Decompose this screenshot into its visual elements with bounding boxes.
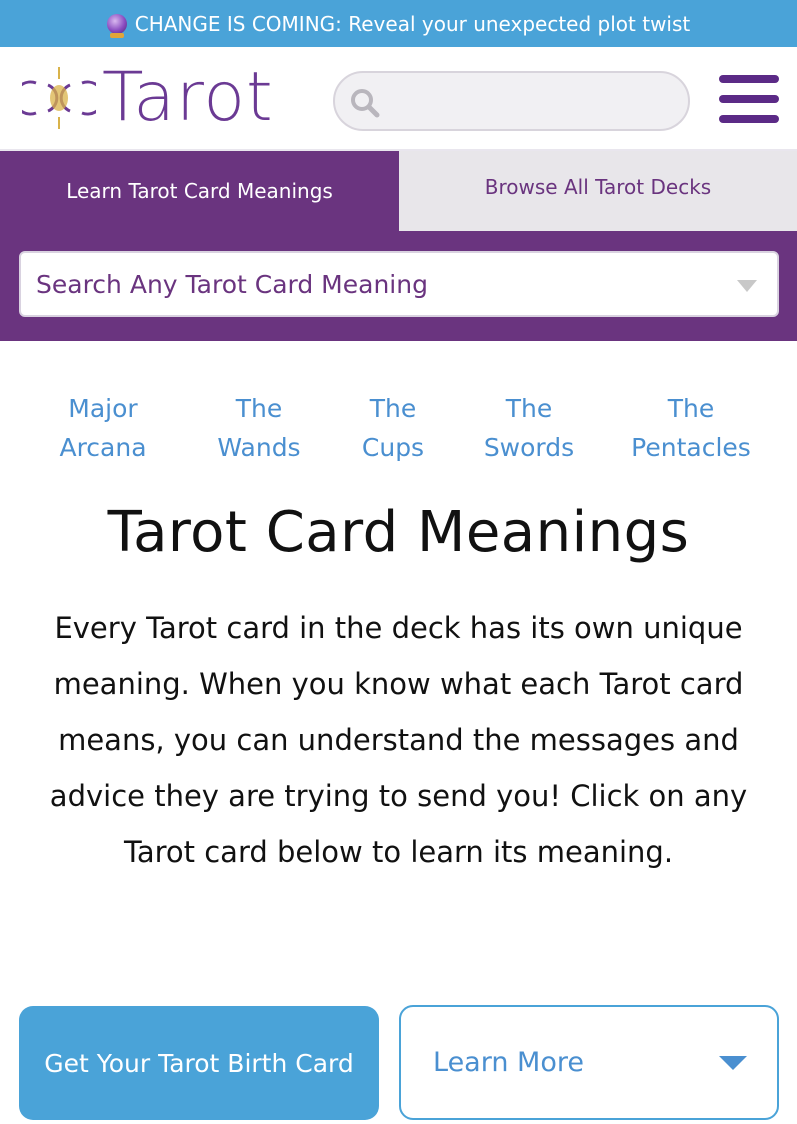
suit-link-cups[interactable]: The Cups — [353, 389, 433, 467]
site-logo[interactable]: Tarot — [22, 63, 307, 133]
card-meaning-select[interactable]: Search Any Tarot Card Meaning — [19, 251, 779, 317]
search-icon — [351, 89, 380, 118]
chevron-down-icon — [719, 1056, 747, 1070]
birth-card-button[interactable]: Get Your Tarot Birth Card — [19, 1006, 379, 1120]
tab-learn-meanings[interactable]: Learn Tarot Card Meanings — [0, 151, 399, 231]
card-select-placeholder: Search Any Tarot Card Meaning — [36, 269, 428, 299]
suit-link-line: The — [235, 394, 283, 423]
suit-nav: Major Arcana The Wands The Cups The Swor… — [0, 389, 797, 469]
suit-link-major-arcana[interactable]: Major Arcana — [52, 389, 154, 467]
promo-text[interactable]: CHANGE IS COMING: Reveal your unexpected… — [135, 12, 691, 36]
suit-link-line: Arcana — [59, 433, 147, 462]
site-search-box[interactable] — [333, 71, 690, 131]
tab-browse-decks[interactable]: Browse All Tarot Decks — [399, 151, 797, 231]
suit-link-line: The — [369, 394, 417, 423]
learn-more-dropdown[interactable]: Learn More — [399, 1005, 779, 1120]
promo-banner[interactable]: CHANGE IS COMING: Reveal your unexpected… — [0, 0, 797, 47]
suit-link-line: Cups — [361, 433, 425, 462]
crystal-ball-icon — [106, 13, 127, 38]
site-header: Tarot — [0, 47, 797, 151]
suit-link-line: Swords — [483, 433, 575, 462]
suit-link-line: The — [667, 394, 715, 423]
tab-panel: Learn Tarot Card Meanings Browse All Tar… — [0, 151, 797, 341]
menu-line — [719, 115, 779, 123]
page-title: Tarot Card Meanings — [107, 500, 690, 565]
moon-phases-icon — [22, 67, 96, 129]
hamburger-menu-icon[interactable] — [719, 75, 779, 123]
suit-link-swords[interactable]: The Swords — [474, 389, 584, 467]
intro-paragraph: Every Tarot card in the deck has its own… — [49, 611, 748, 869]
chevron-down-icon — [737, 280, 757, 292]
logo-wordmark: Tarot — [102, 58, 274, 137]
menu-line — [719, 95, 779, 103]
suit-link-line: Wands — [217, 433, 301, 462]
suit-link-wands[interactable]: The Wands — [208, 389, 310, 467]
suit-link-line: Major — [68, 394, 138, 423]
learn-more-label: Learn More — [433, 1047, 584, 1078]
site-search-input[interactable] — [391, 83, 671, 119]
suit-link-line: The — [505, 394, 553, 423]
suit-link-line: Pentacles — [631, 433, 751, 462]
menu-line — [719, 75, 779, 83]
suit-link-pentacles[interactable]: The Pentacles — [620, 389, 762, 467]
